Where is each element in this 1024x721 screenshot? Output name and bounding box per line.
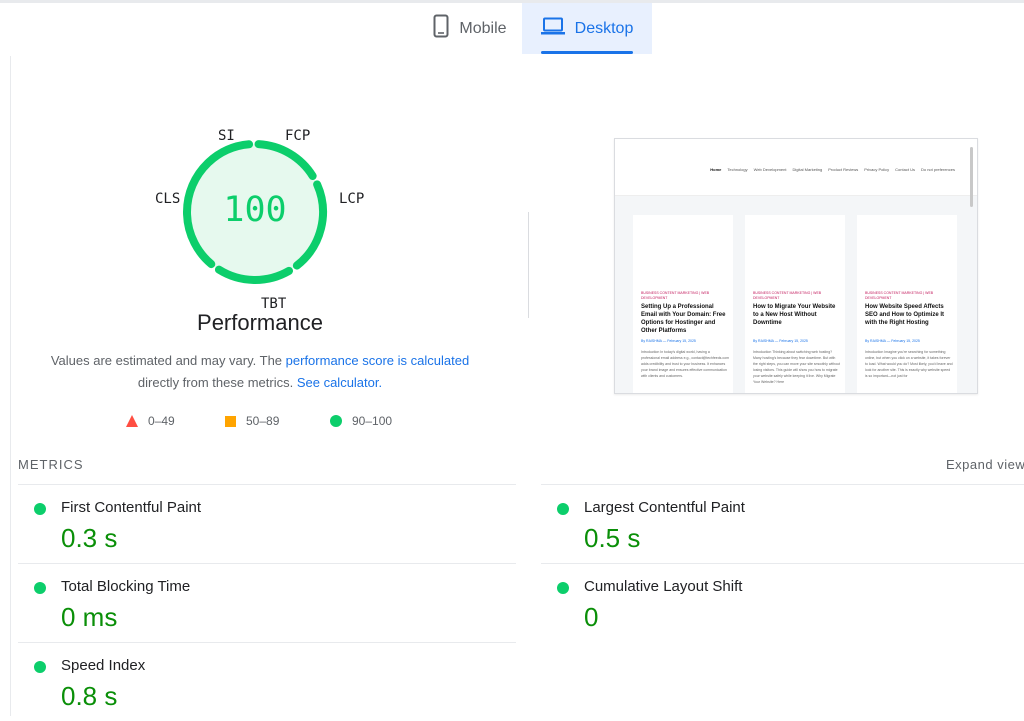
card-category: BUSINESS CONTENT MARKETING | WEB DEVELOP… — [753, 291, 822, 300]
see-calculator-link[interactable]: See calculator. — [297, 375, 382, 390]
tab-selected-underline — [541, 51, 633, 54]
card-meta: By RAISHMA — February 15, 2025 — [753, 339, 808, 343]
square-icon — [225, 415, 236, 427]
legend-pass-range: 90–100 — [352, 414, 393, 428]
performance-score: 100 — [223, 190, 287, 230]
metric-total-blocking-time: Total Blocking Time 0 ms — [18, 564, 478, 642]
card-title: How to Migrate Your Website to a New Hos… — [753, 304, 836, 326]
card-title: Setting Up a Professional Email with You… — [641, 304, 726, 334]
expand-view-toggle[interactable]: Expand view — [946, 457, 1024, 472]
gauge-label-lcp: LCP — [339, 191, 365, 207]
estimate-note: Values are estimated and may vary. The p… — [40, 350, 480, 394]
section-divider — [528, 212, 529, 318]
thumb-nav-item: Home — [710, 167, 722, 172]
card-body: Introduction Thinking about switching we… — [753, 350, 840, 384]
card-category: BUSINESS CONTENT MARKETING | WEB DEVELOP… — [641, 291, 710, 300]
triangle-icon — [126, 415, 138, 427]
thumb-nav: Home Technology Web Development Digital … — [710, 167, 955, 172]
metric-name: First Contentful Paint — [61, 499, 202, 516]
metric-name: Largest Contentful Paint — [584, 499, 745, 516]
tab-mobile[interactable]: Mobile — [420, 3, 520, 54]
thumb-card: BUSINESS CONTENT MARKETING | WEB DEVELOP… — [633, 215, 733, 393]
thumb-card: BUSINESS CONTENT MARKETING | WEB DEVELOP… — [857, 215, 957, 393]
gauge-label-si: SI — [218, 128, 235, 144]
thumb-nav-item: Contact Us — [895, 167, 915, 172]
thumb-card: BUSINESS CONTENT MARKETING | WEB DEVELOP… — [745, 215, 845, 393]
metric-speed-index: Speed Index 0.8 s — [18, 643, 478, 721]
tab-desktop-label: Desktop — [574, 19, 634, 37]
metric-largest-contentful-paint: Largest Contentful Paint 0.5 s — [541, 485, 1001, 563]
metric-cumulative-layout-shift: Cumulative Layout Shift 0 — [541, 564, 1001, 642]
legend-average-range: 50–89 — [246, 414, 280, 428]
thumb-nav-item: Web Development — [753, 167, 787, 172]
circle-icon — [330, 415, 342, 427]
thumb-scrollbar — [970, 147, 973, 207]
metric-name: Total Blocking Time — [61, 578, 191, 595]
performance-title: Performance — [197, 310, 323, 335]
metric-value: 0 ms — [61, 602, 118, 632]
card-title: How Website Speed Affects SEO and How to… — [865, 304, 945, 326]
note-text-2: directly from these metrics. — [137, 375, 297, 390]
pass-circle-icon — [34, 582, 46, 594]
thumb-nav-item: Digital Marketing — [792, 167, 823, 172]
phone-icon — [433, 14, 449, 43]
note-text-1: Values are estimated and may vary. The — [50, 353, 286, 368]
laptop-icon — [540, 17, 565, 40]
pass-circle-icon — [557, 582, 569, 594]
performance-score-link[interactable]: performance score is calculated — [286, 353, 470, 368]
thumb-nav-item: Privacy Policy — [864, 167, 890, 172]
thumb-nav-item: Do not preferences — [920, 167, 955, 172]
pass-circle-icon — [557, 503, 569, 515]
card-body: Introduction Imagine you're searching fo… — [865, 350, 953, 378]
thumb-nav-item: Product Reviews — [828, 167, 859, 172]
metric-value: 0.5 s — [584, 523, 641, 553]
metric-value: 0.8 s — [61, 681, 118, 711]
left-border — [10, 56, 11, 716]
tab-mobile-label: Mobile — [459, 19, 507, 37]
pass-circle-icon — [34, 661, 46, 673]
thumb-nav-item: Technology — [727, 167, 748, 172]
pass-circle-icon — [34, 503, 46, 515]
tab-desktop[interactable]: Desktop — [522, 3, 652, 54]
final-screenshot[interactable]: Home Technology Web Development Digital … — [614, 138, 978, 394]
legend-average: 50–89 — [225, 414, 279, 428]
gauge-label-fcp: FCP — [285, 128, 311, 144]
card-category: BUSINESS CONTENT MARKETING | WEB DEVELOP… — [865, 291, 934, 300]
metric-name: Cumulative Layout Shift — [584, 578, 743, 595]
legend-fail-range: 0–49 — [148, 414, 175, 428]
legend-pass: 90–100 — [330, 414, 392, 428]
metric-value: 0 — [584, 602, 599, 632]
legend-fail: 0–49 — [126, 414, 175, 428]
card-body: Introduction In today's digital world, h… — [641, 350, 729, 378]
metric-first-contentful-paint: First Contentful Paint 0.3 s — [18, 485, 478, 563]
card-meta: By RAISHMA — February 15, 2025 — [865, 339, 920, 343]
metric-name: Speed Index — [61, 657, 146, 674]
card-meta: By RAISHMA — February 15, 2025 — [641, 339, 696, 343]
metrics-header: METRICS — [18, 457, 84, 472]
metric-value: 0.3 s — [61, 523, 118, 553]
